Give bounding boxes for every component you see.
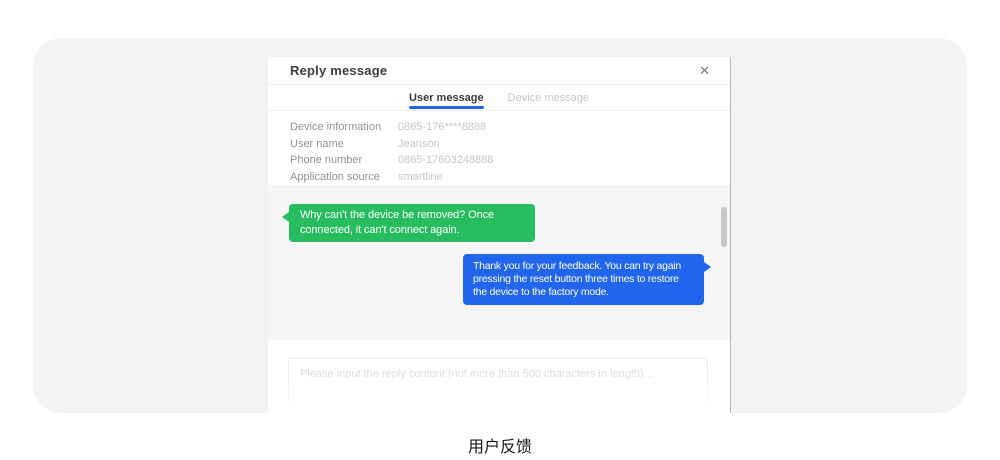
info-row-device-information: Device information 0865-176****8888 — [290, 119, 708, 136]
info-label: Application source — [290, 171, 398, 183]
tab-bar: User message Device message — [268, 85, 730, 111]
bubble-tail-right — [704, 262, 711, 272]
info-label: Device information — [290, 121, 398, 133]
user-message-bubble: Why can't the device be removed? Once co… — [289, 204, 535, 242]
reply-message-dialog: Reply message ✕ User message Device mess… — [268, 57, 731, 413]
tab-device-message-label: Device message — [508, 92, 589, 104]
chat-area: Why can't the device be removed? Once co… — [268, 185, 730, 340]
tab-user-message-label: User message — [409, 92, 484, 104]
caption: 用户反馈 — [0, 433, 1000, 457]
reply-message-bubble: Thank you for your feedback. You can try… — [463, 254, 704, 305]
info-value: 0865-176****8888 — [398, 121, 486, 133]
dialog-header: Reply message ✕ — [268, 57, 730, 85]
reply-input-section — [268, 340, 730, 413]
reply-textarea[interactable] — [288, 358, 708, 413]
tab-device-message[interactable]: Device message — [508, 85, 589, 110]
dialog-title: Reply message — [290, 63, 387, 78]
close-icon[interactable]: ✕ — [699, 64, 710, 77]
info-label: Phone number — [290, 154, 398, 166]
info-row-application-source: Application source smartline — [290, 169, 708, 186]
info-row-phone-number: Phone number 0865-17603248888 — [290, 152, 708, 169]
page: { "caption": "用户反馈", "modal": { "title":… — [0, 0, 1000, 460]
tab-user-message[interactable]: User message — [409, 85, 484, 110]
app-frame: Reply message ✕ User message Device mess… — [33, 38, 967, 413]
info-value: smartline — [398, 171, 443, 183]
info-value: 0865-17603248888 — [398, 154, 493, 166]
active-tab-underline — [409, 106, 484, 109]
scrollbar-thumb[interactable] — [721, 207, 727, 247]
info-label: User name — [290, 138, 398, 150]
user-message-text: Why can't the device be removed? Once co… — [300, 208, 524, 238]
reply-message-text: Thank you for your feedback. You can try… — [473, 260, 694, 299]
bubble-tail-left — [282, 212, 289, 222]
info-value: Jeanson — [398, 138, 440, 150]
info-row-user-name: User name Jeanson — [290, 136, 708, 153]
user-info-section: Device information 0865-176****8888 User… — [268, 111, 730, 185]
